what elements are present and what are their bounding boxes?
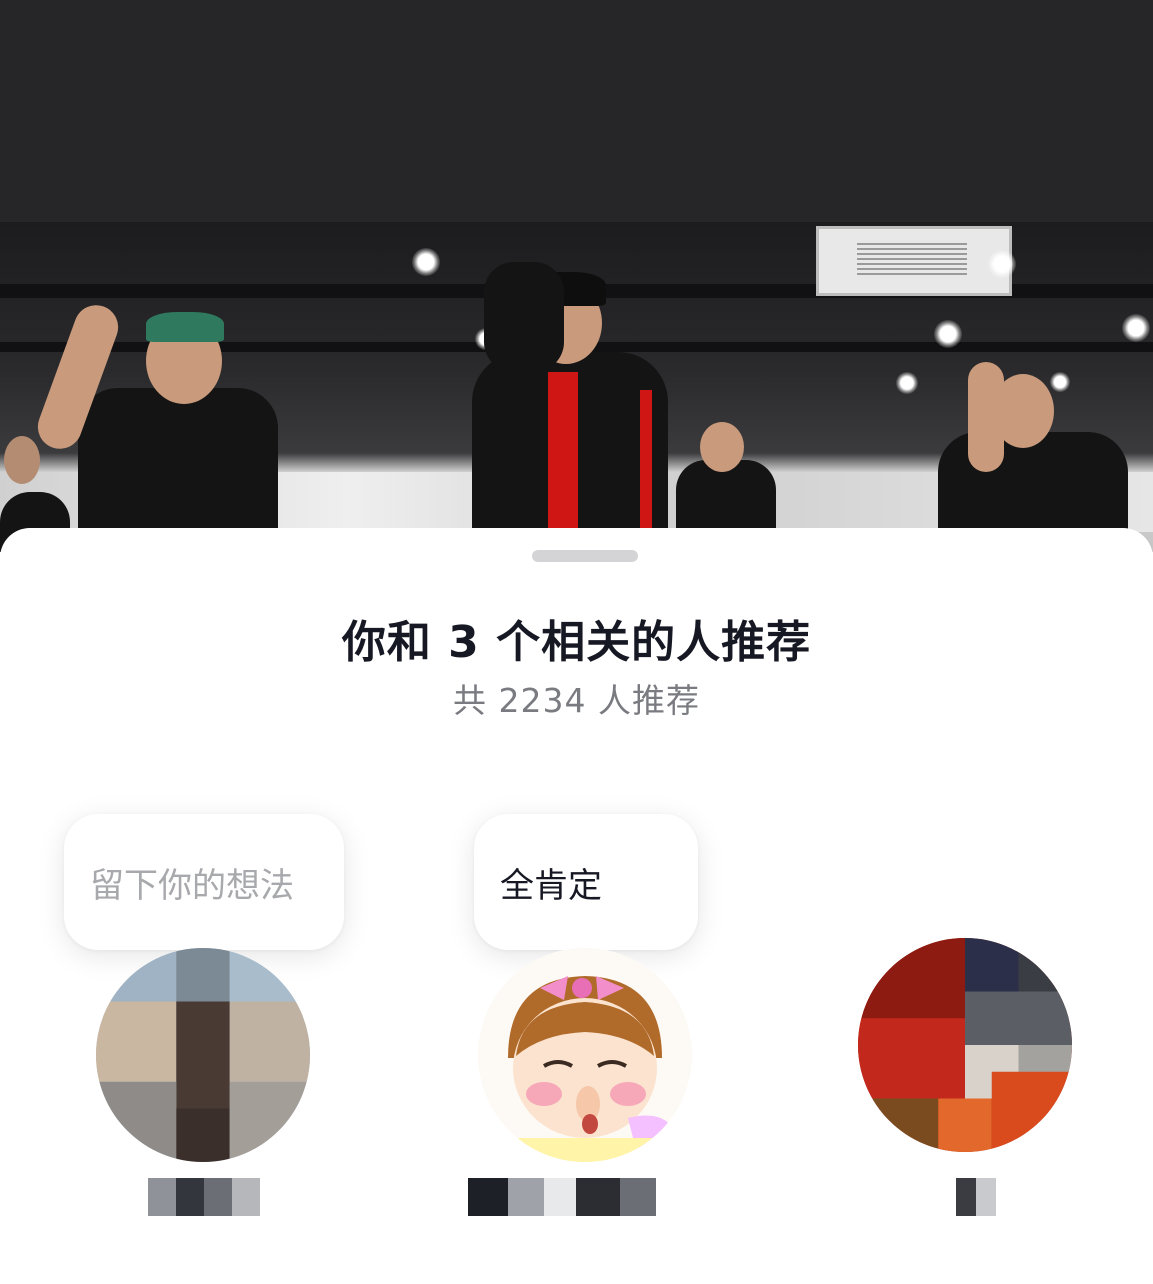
red-shirt (548, 372, 578, 552)
dancer-right-arm (968, 362, 1004, 472)
user-name-mosaic (468, 1178, 668, 1216)
comment-placeholder: 留下你的想法 (90, 865, 294, 906)
video-frame[interactable] (0, 222, 1153, 552)
avatar[interactable] (96, 948, 310, 1162)
recommend-count: 共 2234 人推荐 (453, 681, 700, 720)
ceiling-light (1050, 372, 1070, 392)
sheet-title: 你和 3 个相关的人推荐 (341, 617, 812, 668)
comment-bubble: 全肯定 (474, 814, 698, 950)
avatar[interactable] (858, 938, 1072, 1152)
avatar[interactable] (478, 948, 692, 1162)
air-conditioner-vent (816, 226, 1012, 296)
ceiling-light (1122, 314, 1150, 342)
sheet-drag-handle-icon[interactable] (532, 550, 638, 562)
ceiling-light (896, 372, 918, 394)
cartoon-girl-avatar (478, 948, 692, 1162)
comment-text: 全肯定 (500, 865, 602, 906)
dancer-background-head (4, 436, 40, 484)
ceiling-light (934, 320, 962, 348)
blurred-avatar-image (858, 938, 1072, 1152)
user-name-mosaic (148, 1178, 260, 1216)
dancer-background-head (700, 422, 744, 472)
ceiling-light (988, 250, 1016, 278)
user-name-mosaic (936, 1178, 996, 1216)
recommendation-sheet: 你和 3 个相关的人推荐 共 2234 人推荐 留下你的想法 全肯定 (0, 528, 1153, 1284)
comment-input[interactable]: 留下你的想法 (64, 814, 344, 950)
dancer-center-arm (484, 262, 564, 372)
green-cap (146, 312, 224, 342)
blurred-avatar-image (96, 948, 310, 1162)
screen: 你和 3 个相关的人推荐 共 2234 人推荐 留下你的想法 全肯定 (0, 0, 1153, 1284)
ceiling-light (412, 248, 440, 276)
top-dark-area (0, 0, 1153, 222)
